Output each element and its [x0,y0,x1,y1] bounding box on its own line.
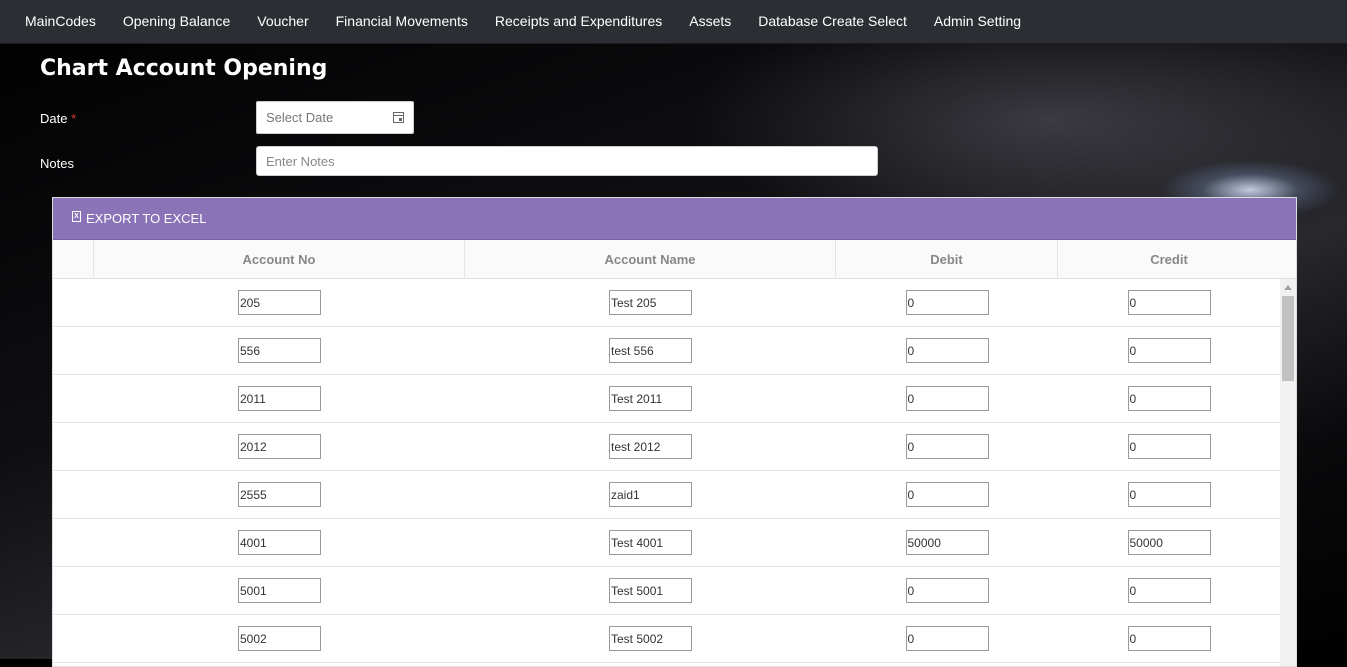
table-row [53,615,1280,663]
credit-input[interactable] [1127,290,1211,315]
scroll-thumb[interactable] [1282,296,1294,381]
row-selector [53,615,94,662]
row-selector [53,567,94,614]
date-label: Date * [40,111,76,126]
debit-input[interactable] [905,434,989,459]
grid-body [53,279,1296,666]
accounts-grid: X EXPORT TO EXCEL Account No Account Nam… [52,197,1297,667]
row-selector [53,471,94,518]
credit-input[interactable] [1127,626,1211,651]
row-selector [53,279,94,326]
table-row [53,327,1280,375]
account-name-input[interactable] [609,530,692,555]
header-debit[interactable]: Debit [836,240,1058,278]
account-name-input[interactable] [609,434,692,459]
debit-input[interactable] [905,530,989,555]
date-picker[interactable] [256,101,414,134]
calendar-icon[interactable] [393,112,404,123]
debit-input[interactable] [905,338,989,363]
row-selector [53,519,94,566]
nav-item-voucher[interactable]: Voucher [244,0,322,43]
account-name-input[interactable] [609,626,692,651]
top-navbar: MainCodes Opening Balance Voucher Financ… [0,0,1347,44]
account-no-input[interactable] [238,578,321,603]
row-selector [53,423,94,470]
debit-input[interactable] [905,578,989,603]
debit-input[interactable] [905,290,989,315]
account-no-input[interactable] [238,626,321,651]
account-name-input[interactable] [609,290,692,315]
nav-item-assets[interactable]: Assets [676,0,745,43]
table-row [53,567,1280,615]
credit-input[interactable] [1127,386,1211,411]
table-row [53,423,1280,471]
export-label: EXPORT TO EXCEL [86,211,207,226]
scroll-up-arrow-icon[interactable] [1284,285,1292,290]
date-label-text: Date [40,111,68,126]
account-no-input[interactable] [238,482,321,507]
nav-item-database-create-select[interactable]: Database Create Select [745,0,921,43]
credit-input[interactable] [1127,338,1211,363]
nav-item-maincodes[interactable]: MainCodes [0,0,109,43]
debit-input[interactable] [905,626,989,651]
notes-input[interactable] [256,146,878,176]
account-name-input[interactable] [609,578,692,603]
account-name-input[interactable] [609,338,692,363]
table-row [53,375,1280,423]
debit-input[interactable] [905,482,989,507]
row-selector [53,375,94,422]
page-title: Chart Account Opening [40,56,328,81]
row-selector [53,327,94,374]
required-marker: * [71,111,77,126]
credit-input[interactable] [1127,482,1211,507]
header-account-name[interactable]: Account Name [465,240,836,278]
nav-item-receipts-expenditures[interactable]: Receipts and Expenditures [481,0,675,43]
grid-toolbar: X EXPORT TO EXCEL [53,198,1296,240]
account-no-input[interactable] [238,290,321,315]
account-no-input[interactable] [238,434,321,459]
nav-item-financial-movements[interactable]: Financial Movements [322,0,481,43]
debit-input[interactable] [905,386,989,411]
table-row [53,279,1280,327]
grid-header: Account No Account Name Debit Credit [53,240,1296,279]
credit-input[interactable] [1127,530,1211,555]
export-to-excel-button[interactable]: X EXPORT TO EXCEL [72,211,206,226]
grid-scrollbar[interactable] [1280,279,1296,666]
account-no-input[interactable] [238,338,321,363]
header-credit[interactable]: Credit [1058,240,1280,278]
account-name-input[interactable] [609,482,692,507]
nav-item-admin-setting[interactable]: Admin Setting [920,0,1034,43]
header-selector [53,240,94,278]
header-account-no[interactable]: Account No [94,240,465,278]
excel-icon: X [72,211,81,222]
account-name-input[interactable] [609,386,692,411]
date-input[interactable] [266,110,376,125]
credit-input[interactable] [1127,578,1211,603]
account-no-input[interactable] [238,530,321,555]
nav-item-opening-balance[interactable]: Opening Balance [109,0,243,43]
notes-label: Notes [40,156,74,171]
credit-input[interactable] [1127,434,1211,459]
table-row [53,519,1280,567]
table-row [53,471,1280,519]
account-no-input[interactable] [238,386,321,411]
